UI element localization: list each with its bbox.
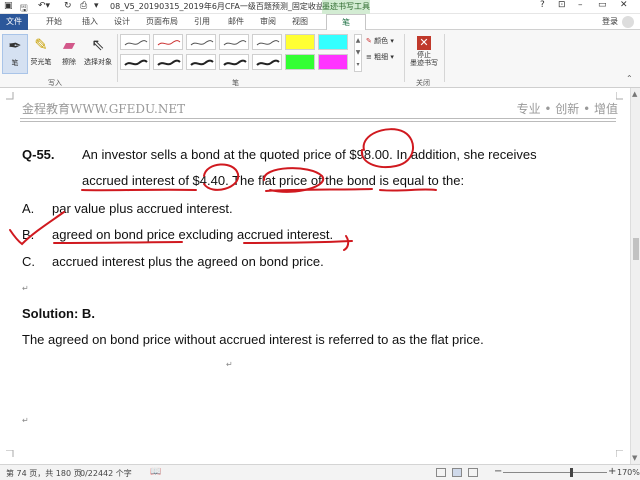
- ink-check-mark: [9, 211, 65, 246]
- status-bar: 第 74 页，共 180 页 0/22442 个字 📖 − + 170%: [0, 464, 640, 480]
- zoom-in-icon[interactable]: +: [608, 466, 616, 477]
- word-count[interactable]: 0/22442 个字: [80, 468, 132, 479]
- word-window: ▣ 🖫 ↶▾ ↻ ⎙ ▾ 08_V5_20190315_2019年6月CFA一级…: [0, 0, 640, 480]
- ink-circle-98: [360, 128, 414, 168]
- zoom-level[interactable]: 170%: [617, 468, 640, 477]
- ink-hook: [343, 235, 350, 251]
- ink-underline-bond: [379, 188, 437, 192]
- zoom-out-icon[interactable]: −: [494, 466, 502, 477]
- read-mode-icon[interactable]: [436, 468, 446, 477]
- proofing-icon[interactable]: 📖: [150, 467, 161, 477]
- zoom-slider[interactable]: [503, 472, 607, 473]
- ink-circle-flat-price: [263, 167, 325, 193]
- zoom-slider-handle[interactable]: [570, 468, 573, 477]
- web-layout-icon[interactable]: [468, 468, 478, 477]
- print-layout-icon[interactable]: [452, 468, 462, 477]
- ink-underline-flat: [265, 188, 373, 192]
- ink-circle-440: [203, 163, 240, 191]
- ink-underline-accrued: [81, 188, 197, 192]
- ink-annotations: [9, 128, 437, 251]
- page-count[interactable]: 第 74 页，共 180 页: [6, 468, 82, 479]
- ink-underline-option-b: [53, 241, 183, 244]
- ink-underline-accrued-interest: [243, 240, 353, 244]
